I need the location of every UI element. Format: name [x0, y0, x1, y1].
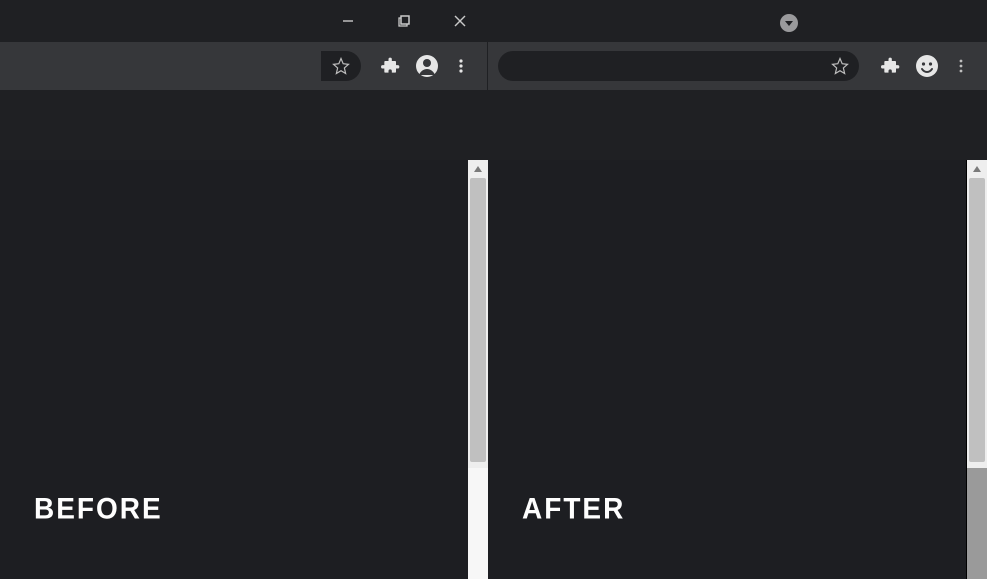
- scroll-track[interactable]: [468, 178, 488, 579]
- dropdown-badge[interactable]: [780, 14, 798, 32]
- toolbar-row: [0, 42, 987, 90]
- scroll-thumb[interactable]: [470, 178, 486, 462]
- extensions-icon[interactable]: [881, 56, 901, 76]
- pane-after: AFTER: [488, 160, 966, 579]
- address-bar-right[interactable]: [498, 51, 859, 81]
- extensions-icon[interactable]: [381, 56, 401, 76]
- titlebar: [0, 0, 987, 42]
- scroll-up-icon[interactable]: [468, 160, 488, 178]
- subheader-band: [0, 90, 987, 160]
- close-button[interactable]: [432, 0, 488, 42]
- maximize-button[interactable]: [376, 0, 432, 42]
- window-controls: [320, 0, 488, 42]
- scroll-thumb[interactable]: [969, 178, 985, 462]
- menu-icon[interactable]: [453, 58, 469, 74]
- minimize-button[interactable]: [320, 0, 376, 42]
- close-icon: [454, 15, 466, 27]
- minimize-icon: [342, 15, 354, 27]
- pane-label-after: AFTER: [522, 492, 966, 526]
- avatar-icon[interactable]: [915, 54, 939, 78]
- pane-label-before: BEFORE: [34, 492, 468, 526]
- scroll-up-icon[interactable]: [967, 160, 987, 178]
- toolbar-right: [487, 42, 987, 90]
- scroll-track-lower[interactable]: [967, 468, 987, 579]
- scroll-track[interactable]: [967, 178, 987, 579]
- menu-icon[interactable]: [953, 58, 969, 74]
- content-row: BEFORE AFTER: [0, 160, 987, 579]
- scrollbar-left[interactable]: [468, 160, 488, 579]
- chevron-down-icon: [784, 18, 794, 28]
- star-icon: [332, 57, 350, 75]
- toolbar-left: [0, 42, 487, 90]
- profile-icon[interactable]: [415, 54, 439, 78]
- pane-before: BEFORE: [0, 160, 468, 579]
- scroll-track-lower[interactable]: [468, 468, 488, 579]
- star-icon: [831, 57, 849, 75]
- maximize-icon: [398, 15, 410, 27]
- scrollbar-right[interactable]: [967, 160, 987, 579]
- address-bar-left-end[interactable]: [321, 51, 361, 81]
